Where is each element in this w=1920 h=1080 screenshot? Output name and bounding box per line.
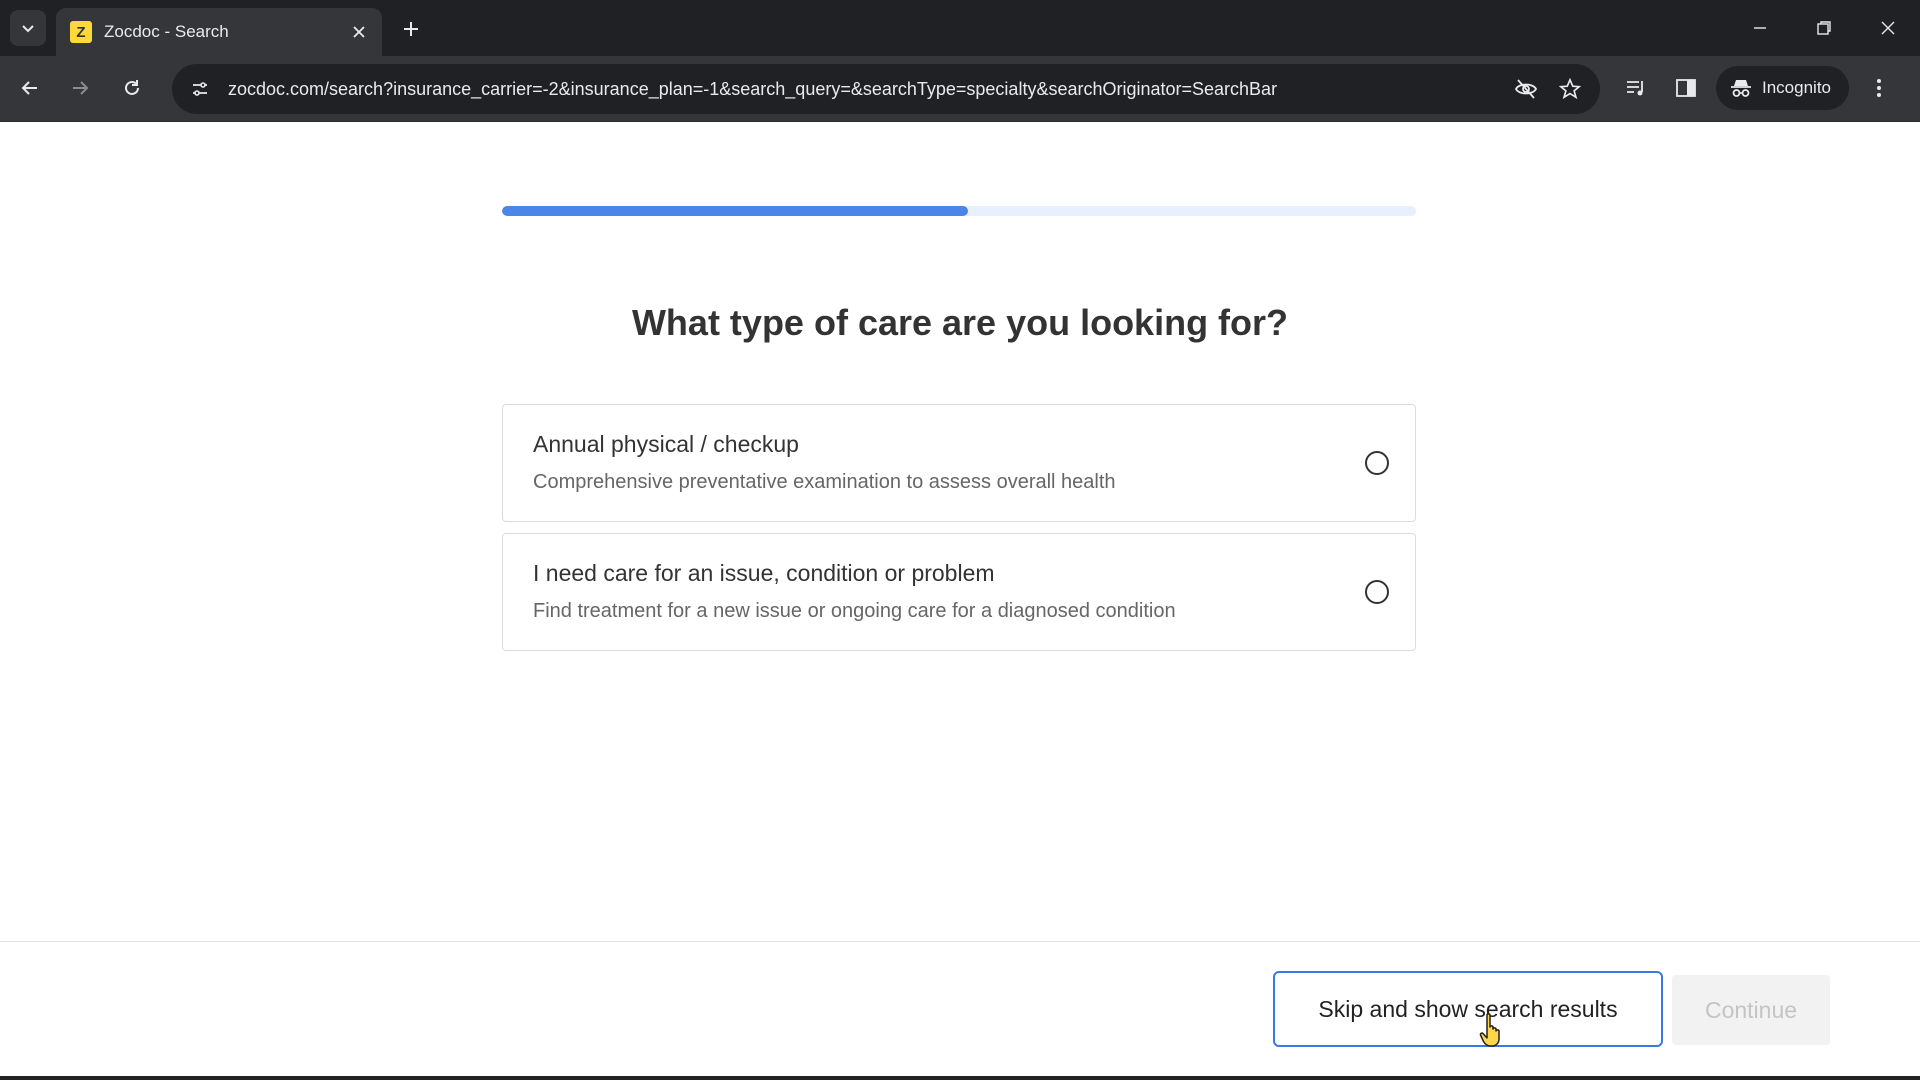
url-text[interactable]: zocdoc.com/search?insurance_carrier=-2&i… [228,79,1504,100]
skip-button[interactable]: Skip and show search results [1273,971,1663,1047]
site-info-button[interactable] [180,69,220,109]
media-icon [1627,81,1643,96]
browser-menu-button[interactable] [1861,66,1897,110]
reload-icon [125,80,139,95]
sidepanel-icon [1676,79,1696,97]
option-issue-condition[interactable]: I need care for an issue, condition or p… [502,533,1416,651]
page-content: What type of care are you looking for? A… [0,122,1920,1080]
plus-icon [404,22,418,36]
minimize-button[interactable] [1728,0,1792,56]
back-button[interactable] [10,68,50,108]
side-panel-button[interactable] [1664,66,1708,110]
tab-search-icon [22,25,34,33]
bottom-divider [0,1076,1920,1080]
window-controls [1728,0,1920,56]
reload-button[interactable] [112,68,152,108]
star-icon [1559,78,1581,100]
radio-button[interactable] [1365,451,1389,475]
page-question: What type of care are you looking for? [631,302,1289,343]
radio-button[interactable] [1365,580,1389,604]
pointer-cursor-icon [1479,1013,1500,1047]
progress-bar [502,206,1416,216]
active-tab[interactable]: Z Zocdoc - Search [56,8,382,56]
eye-slash-icon [1514,79,1538,99]
browser-toolbar: zocdoc.com/search?insurance_carrier=-2&i… [0,56,1920,122]
back-icon [21,81,37,95]
progress-bar-fill [502,206,969,216]
new-tab-button[interactable] [396,14,426,44]
restore-button[interactable] [1792,0,1856,56]
tab-strip: Z Zocdoc - Search [0,0,1920,56]
restore-icon [1817,21,1831,35]
address-bar[interactable]: zocdoc.com/search?insurance_carrier=-2&i… [172,64,1600,114]
zocdoc-favicon: Z [70,21,92,43]
tab-close-button[interactable] [348,21,370,43]
tracking-protection-button[interactable] [1504,67,1548,111]
bookmark-button[interactable] [1548,67,1592,111]
close-icon [353,26,365,38]
option-title: I need care for an issue, condition or p… [533,560,995,586]
forward-button[interactable] [60,68,100,108]
option-title: Annual physical / checkup [533,431,799,457]
option-annual-physical[interactable]: Annual physical / checkup Comprehensive … [502,404,1416,522]
incognito-icon [1731,80,1751,97]
tab-search-button[interactable] [10,10,46,46]
tab-title: Zocdoc - Search [104,22,229,41]
continue-button[interactable]: Continue [1672,975,1830,1045]
incognito-indicator[interactable]: Incognito [1716,66,1849,110]
media-controls-button[interactable] [1614,66,1658,110]
toolbar-actions: Incognito [1614,66,1897,110]
site-info-icon [193,82,207,96]
menu-icon [1877,79,1881,97]
close-icon [1881,21,1895,35]
option-description: Comprehensive preventative examination t… [533,471,1116,493]
close-window-button[interactable] [1856,0,1920,56]
option-description: Find treatment for a new issue or ongoin… [533,600,1176,622]
incognito-label: Incognito [1762,78,1831,97]
minimize-icon [1754,27,1766,29]
forward-icon [73,81,89,95]
